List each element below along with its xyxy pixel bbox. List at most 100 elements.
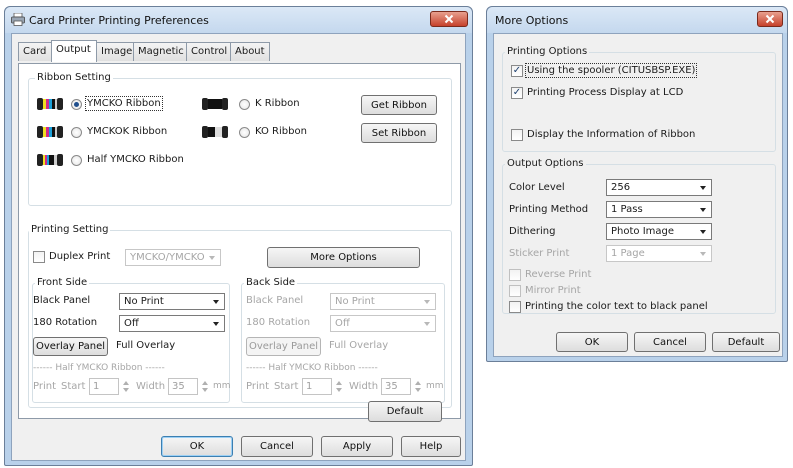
back-side-group: Back Side Black Panel No Print 180 Rotat…	[241, 277, 445, 403]
front-start-label: Start	[61, 381, 86, 392]
set-ribbon-button[interactable]: Set Ribbon	[361, 123, 437, 143]
help-button[interactable]: Help	[401, 436, 461, 457]
lcd-display-checkbox[interactable]: ✓	[511, 87, 523, 99]
back-width-input[interactable]: 35	[381, 378, 411, 395]
back-overlay-panel-button[interactable]: Overlay Panel	[246, 337, 321, 356]
ribbon-info-checkbox[interactable]	[511, 129, 523, 141]
get-ribbon-button[interactable]: Get Ribbon	[361, 95, 437, 115]
k-ribbon-radio[interactable]	[239, 99, 250, 110]
front-width-input[interactable]: 35	[168, 378, 198, 395]
front-start-spinner-icon[interactable]	[122, 378, 130, 395]
ymcko-ribbon-label[interactable]: YMCKO Ribbon	[85, 96, 163, 111]
ribbon-info-label[interactable]: Display the Information of Ribbon	[527, 129, 695, 140]
color-level-select[interactable]: 256	[606, 179, 712, 196]
printing-method-value: 1 Pass	[611, 204, 643, 215]
duplex-mode-select[interactable]: YMCKO/YMCKO	[125, 249, 221, 266]
apply-button[interactable]: Apply	[321, 436, 393, 457]
output-options-label: Output Options	[505, 158, 586, 169]
chevron-down-icon	[700, 208, 706, 212]
tab-strip: Card Output Image Magnetic Control About	[18, 40, 458, 64]
chevron-down-icon	[209, 256, 215, 260]
tab-control[interactable]: Control	[186, 42, 231, 61]
tab-about[interactable]: About	[230, 42, 270, 61]
front-rotation-value: Off	[124, 318, 139, 329]
back-start-spinner-icon[interactable]	[335, 378, 343, 395]
printing-options-group: Printing Options ✓ Using the spooler (CI…	[502, 46, 776, 152]
back-black-panel-select[interactable]: No Print	[330, 293, 436, 310]
title-bar[interactable]: Card Printer Printing Preferences	[5, 7, 472, 33]
printer-icon	[11, 12, 25, 29]
printing-method-select[interactable]: 1 Pass	[606, 201, 712, 218]
back-width-spinner-icon[interactable]	[414, 378, 422, 395]
sticker-print-value: 1 Page	[611, 248, 645, 259]
front-side-label: Front Side	[35, 277, 90, 288]
more-cancel-button[interactable]: Cancel	[634, 332, 706, 352]
ymckok-ribbon-label[interactable]: YMCKOK Ribbon	[87, 126, 167, 137]
front-rotation-label: 180 Rotation	[33, 317, 98, 328]
tab-card[interactable]: Card	[18, 42, 52, 61]
mirror-print-label[interactable]: Mirror Print	[525, 285, 581, 296]
close-button[interactable]	[430, 11, 468, 27]
output-options-group: Output Options Color Level 256 Printing …	[502, 158, 776, 314]
chevron-down-icon	[213, 322, 219, 326]
more-default-button[interactable]: Default	[712, 332, 780, 352]
ok-button[interactable]: OK	[161, 436, 233, 457]
color-text-black-panel-checkbox[interactable]	[509, 301, 521, 313]
front-overlay-panel-button[interactable]: Overlay Panel	[33, 337, 108, 356]
more-options-window: More Options Printing Options ✓ Using th…	[486, 6, 788, 362]
back-start-input[interactable]: 1	[302, 378, 332, 395]
back-start-label: Start	[274, 381, 299, 392]
tab-magnetic[interactable]: Magnetic	[133, 42, 187, 61]
lcd-display-label[interactable]: Printing Process Display at LCD	[527, 87, 683, 98]
front-unit-label: mm	[213, 381, 231, 391]
ymcko-ribbon-radio[interactable]	[71, 99, 82, 110]
front-print-label: Print	[33, 381, 57, 392]
front-black-panel-label: Black Panel	[33, 295, 91, 306]
ymckok-ribbon-radio[interactable]	[71, 127, 82, 138]
duplex-print-checkbox[interactable]	[33, 251, 45, 263]
ko-ribbon-radio[interactable]	[239, 127, 250, 138]
half-ymcko-ribbon-icon	[37, 154, 63, 166]
front-overlay-value: Full Overlay	[116, 340, 176, 351]
back-width-label: Width	[349, 381, 379, 392]
ribbon-setting-label: Ribbon Setting	[35, 72, 113, 83]
dithering-value: Photo Image	[611, 226, 675, 237]
back-rotation-value: Off	[335, 318, 350, 329]
ymckok-ribbon-icon	[37, 126, 63, 138]
front-rotation-select[interactable]: Off	[119, 315, 225, 332]
duplex-mode-value: YMCKO/YMCKO	[130, 252, 205, 263]
ko-ribbon-label[interactable]: KO Ribbon	[255, 126, 307, 137]
more-options-button[interactable]: More Options	[267, 247, 420, 268]
reverse-print-label[interactable]: Reverse Print	[525, 269, 591, 280]
reverse-print-checkbox[interactable]	[509, 269, 521, 281]
back-unit-label: mm	[426, 381, 444, 391]
dithering-select[interactable]: Photo Image	[606, 223, 712, 240]
front-width-spinner-icon[interactable]	[201, 378, 209, 395]
tab-default-button[interactable]: Default	[368, 401, 442, 422]
close-button[interactable]	[757, 11, 783, 27]
cancel-button[interactable]: Cancel	[241, 436, 313, 457]
half-ymcko-ribbon-label[interactable]: Half YMCKO Ribbon	[87, 154, 184, 165]
spooler-checkbox[interactable]: ✓	[511, 65, 523, 77]
title-bar[interactable]: More Options	[487, 7, 787, 33]
mirror-print-checkbox[interactable]	[509, 285, 521, 297]
half-ymcko-ribbon-radio[interactable]	[71, 155, 82, 166]
k-ribbon-label[interactable]: K Ribbon	[255, 98, 300, 109]
back-side-label: Back Side	[244, 277, 298, 288]
k-ribbon-icon	[202, 98, 228, 110]
duplex-print-label[interactable]: Duplex Print	[49, 251, 110, 262]
front-start-input[interactable]: 1	[89, 378, 119, 395]
tab-image[interactable]: Image	[96, 42, 134, 61]
back-black-panel-label: Black Panel	[246, 295, 304, 306]
color-text-black-panel-label[interactable]: Printing the color text to black panel	[525, 301, 708, 312]
more-ok-button[interactable]: OK	[556, 332, 628, 352]
printing-setting-label: Printing Setting	[29, 224, 111, 235]
sticker-print-select[interactable]: 1 Page	[606, 245, 712, 262]
chevron-down-icon	[424, 322, 430, 326]
spooler-label[interactable]: Using the spooler (CITUSBSP.EXE)	[524, 63, 698, 78]
tab-output[interactable]: Output	[51, 40, 97, 62]
front-half-ribbon-label: ------ Half YMCKO Ribbon ------	[33, 363, 165, 373]
front-black-panel-select[interactable]: No Print	[119, 293, 225, 310]
back-rotation-select[interactable]: Off	[330, 315, 436, 332]
ko-ribbon-icon	[202, 126, 228, 138]
